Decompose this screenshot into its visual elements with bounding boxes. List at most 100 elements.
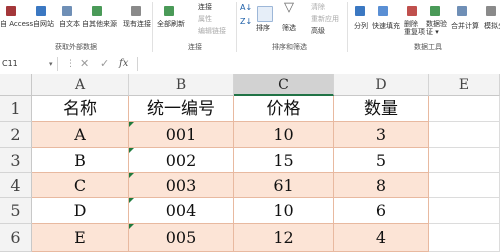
text-to-columns-button[interactable]: 分列: [354, 22, 368, 30]
cell-c6[interactable]: 12: [234, 224, 334, 252]
cell-e6[interactable]: [429, 224, 500, 252]
cell-a3[interactable]: B: [32, 148, 129, 173]
ribbon-divider: [152, 2, 153, 52]
enter-icon[interactable]: ✓: [100, 57, 109, 71]
cell-c5[interactable]: 10: [234, 198, 334, 224]
data-tools-group-label: 数据工具: [414, 43, 442, 51]
external-data-group-label: 获取外部数据: [55, 43, 97, 51]
reapply-button: 重新应用: [311, 15, 339, 23]
data-validation-button[interactable]: 数据验 证 ▾: [426, 20, 447, 36]
from-other-sources-button[interactable]: 自其他来源: [82, 20, 117, 28]
error-indicator-icon: [129, 173, 134, 178]
spreadsheet-grid: A B C D E 1 2 3 4 5 6 名称 统一编号 价格 数量 A 00…: [0, 74, 500, 252]
cell-d2[interactable]: 3: [334, 122, 429, 148]
cell-b5[interactable]: 004: [129, 198, 234, 224]
cell-e5[interactable]: [429, 198, 500, 224]
sort-az-icon[interactable]: A↓: [240, 4, 252, 12]
consolidate-button[interactable]: 合并计算: [451, 22, 479, 30]
cell-b3[interactable]: 002: [129, 148, 234, 173]
cell-b5-value: 004: [165, 201, 197, 220]
flash-fill-button[interactable]: 快速填充: [372, 22, 400, 30]
existing-connections-button[interactable]: 现有连接: [123, 20, 151, 28]
cell-b2[interactable]: 001: [129, 122, 234, 148]
row-header-2[interactable]: 2: [0, 122, 32, 148]
text-to-columns-icon: [355, 6, 365, 16]
select-all-corner[interactable]: [0, 74, 32, 96]
sort-filter-group-label: 排序和筛选: [272, 43, 307, 51]
cell-b6-value: 005: [165, 228, 197, 247]
row-header-3[interactable]: 3: [0, 148, 32, 173]
cell-b1[interactable]: 统一编号: [129, 96, 234, 122]
other-sources-icon: [92, 6, 102, 16]
cell-b4[interactable]: 003: [129, 173, 234, 198]
cell-e4[interactable]: [429, 173, 500, 198]
error-indicator-icon: [129, 198, 134, 203]
formula-input[interactable]: [137, 57, 500, 71]
name-box-dropdown-icon[interactable]: ▾: [49, 57, 53, 71]
row-header-6[interactable]: 6: [0, 224, 32, 252]
cell-d5[interactable]: 6: [334, 198, 429, 224]
web-icon: [36, 6, 46, 16]
error-indicator-icon: [129, 148, 134, 153]
clear-filter-button: 清除: [311, 3, 325, 11]
cell-c2[interactable]: 10: [234, 122, 334, 148]
access-icon: [6, 6, 16, 16]
error-indicator-icon: [129, 122, 134, 127]
connections-button[interactable]: 连接: [198, 3, 212, 11]
refresh-all-button[interactable]: 全部刷新: [157, 20, 185, 28]
data-validation-icon: [430, 6, 440, 16]
edit-links-button: 编辑链接: [198, 27, 226, 35]
from-web-button[interactable]: 自网站: [33, 20, 54, 28]
cell-a5[interactable]: D: [32, 198, 129, 224]
cell-d1[interactable]: 数量: [334, 96, 429, 122]
cell-b6[interactable]: 005: [129, 224, 234, 252]
ribbon-divider: [236, 2, 237, 52]
formula-bar: C11 ▾ ⋮ ✕ ✓ fx: [0, 56, 500, 75]
filter-button[interactable]: 筛选: [282, 24, 296, 32]
cell-a1[interactable]: 名称: [32, 96, 129, 122]
cell-e2[interactable]: [429, 122, 500, 148]
from-text-button[interactable]: 自文本: [59, 20, 80, 28]
row-header-5[interactable]: 5: [0, 198, 32, 224]
flash-fill-icon: [378, 6, 388, 16]
connections-group-label: 连接: [188, 43, 202, 51]
what-if-analysis-button[interactable]: 模拟分析: [484, 22, 500, 30]
what-if-analysis-icon: [486, 6, 496, 16]
row-header-1[interactable]: 1: [0, 96, 32, 122]
existing-connections-icon: [131, 6, 141, 16]
cell-e1[interactable]: [429, 96, 500, 122]
cell-c4[interactable]: 61: [234, 173, 334, 198]
cell-b3-value: 002: [165, 151, 197, 170]
sort-za-icon[interactable]: Z↓: [240, 18, 252, 26]
sort-button[interactable]: 排序: [256, 24, 270, 32]
cancel-icon[interactable]: ✕: [80, 57, 89, 71]
advanced-filter-button[interactable]: 高级: [311, 27, 325, 35]
cell-b4-value: 003: [165, 176, 197, 195]
cell-c1[interactable]: 价格: [234, 96, 334, 122]
from-access-button[interactable]: 自 Access: [0, 20, 33, 28]
column-header-e[interactable]: E: [429, 74, 500, 96]
sort-icon: [257, 6, 273, 22]
refresh-all-icon: [164, 6, 174, 16]
column-header-b[interactable]: B: [129, 74, 234, 96]
row-header-4[interactable]: 4: [0, 173, 32, 198]
remove-duplicates-button[interactable]: 删除 重复项: [404, 20, 425, 36]
cell-a4[interactable]: C: [32, 173, 129, 198]
column-header-d[interactable]: D: [334, 74, 429, 96]
remove-duplicates-icon: [407, 6, 417, 16]
cell-e3[interactable]: [429, 148, 500, 173]
cell-a6[interactable]: E: [32, 224, 129, 252]
properties-button: 属性: [198, 15, 212, 23]
cell-a2[interactable]: A: [32, 122, 129, 148]
cell-d3[interactable]: 5: [334, 148, 429, 173]
error-indicator-icon: [129, 224, 134, 229]
insert-function-icon[interactable]: fx: [119, 57, 128, 71]
cell-d6[interactable]: 4: [334, 224, 429, 252]
consolidate-icon: [457, 6, 467, 16]
ribbon: 自 Access 自网站 自文本 自其他来源 现有连接 获取外部数据 全部刷新 …: [0, 0, 500, 57]
cell-c3[interactable]: 15: [234, 148, 334, 173]
cell-d4[interactable]: 8: [334, 173, 429, 198]
column-header-c[interactable]: C: [234, 74, 334, 96]
column-header-a[interactable]: A: [32, 74, 129, 96]
ribbon-divider: [347, 2, 348, 52]
